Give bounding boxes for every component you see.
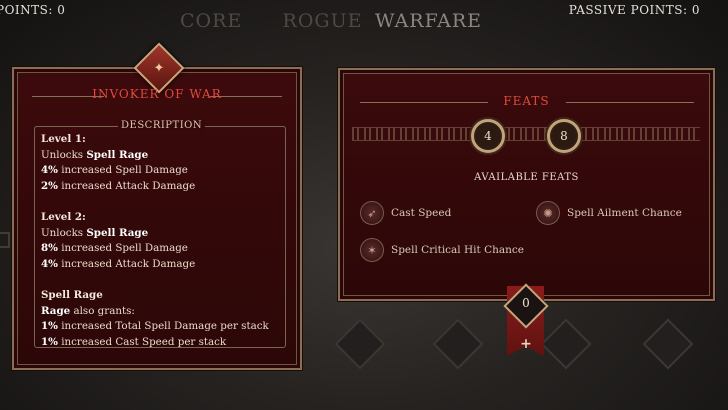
top-bar: POINTS: 0 CORE ROGUE WARFARE PASSIVE POI… bbox=[0, 0, 728, 40]
feats-max-count: 8 bbox=[547, 119, 581, 153]
feats-title: FEATS bbox=[503, 94, 550, 108]
skill-node[interactable] bbox=[334, 318, 386, 370]
feat-spell-critical-hit-chance[interactable]: ✶ Spell Critical Hit Chance bbox=[360, 238, 524, 262]
spell-rage-line: 1% increased Cast Speed per stack bbox=[41, 335, 227, 348]
spell-rage-line: Rage also grants: bbox=[41, 304, 135, 317]
invoker-skill-icon: ✦ bbox=[153, 60, 165, 76]
passive-points-counter: PASSIVE POINTS: 0 bbox=[568, 3, 700, 17]
feat-label: Spell Ailment Chance bbox=[567, 207, 682, 219]
available-feats-label: AVAILABLE FEATS bbox=[474, 172, 579, 183]
points-value: 0 bbox=[522, 296, 530, 310]
spell-rage-line: 1% increased Total Spell Damage per stac… bbox=[41, 320, 269, 333]
level1-heading: Level 1: bbox=[41, 133, 86, 145]
skill-node[interactable] bbox=[432, 318, 484, 370]
level2-line: 8% increased Spell Damage bbox=[41, 242, 188, 255]
level1-line: Unlocks Spell Rage bbox=[41, 148, 149, 161]
left-arrow-icon bbox=[0, 232, 10, 248]
level1-line: 4% increased Spell Damage bbox=[41, 164, 188, 177]
spell-crit-icon: ✶ bbox=[360, 238, 384, 262]
add-point-button[interactable]: + bbox=[516, 336, 536, 352]
feat-label: Spell Critical Hit Chance bbox=[391, 244, 524, 256]
tree-tabs: CORE ROGUE WARFARE bbox=[180, 10, 481, 32]
spell-ailment-icon: ✺ bbox=[536, 201, 560, 225]
level2-line: Unlocks Spell Rage bbox=[41, 226, 149, 239]
greek-key-ornament bbox=[352, 127, 700, 141]
cast-speed-icon: ➶ bbox=[360, 201, 384, 225]
skill-title: INVOKER OF WAR bbox=[92, 87, 222, 101]
feat-label: Cast Speed bbox=[391, 207, 452, 219]
skill-node[interactable] bbox=[642, 318, 694, 370]
level2-heading: Level 2: bbox=[41, 210, 86, 223]
tab-rogue[interactable]: ROGUE bbox=[270, 10, 375, 32]
skill-node[interactable] bbox=[540, 318, 592, 370]
feat-cast-speed[interactable]: ➶ Cast Speed bbox=[360, 201, 451, 225]
level1-line: 2% increased Attack Damage bbox=[41, 179, 196, 192]
spell-rage-heading: Spell Rage bbox=[41, 288, 103, 301]
description-text: Level 1: Unlocks Spell Rage 4% increased… bbox=[41, 132, 281, 350]
skill-points-counter: POINTS: 0 bbox=[0, 3, 66, 17]
level2-line: 4% increased Attack Damage bbox=[41, 257, 196, 270]
feat-spell-ailment-chance[interactable]: ✺ Spell Ailment Chance bbox=[536, 201, 682, 225]
tab-core[interactable]: CORE bbox=[180, 10, 270, 32]
tab-warfare[interactable]: WARFARE bbox=[375, 10, 481, 32]
feats-used-count: 4 bbox=[471, 119, 505, 153]
description-label: DESCRIPTION bbox=[118, 120, 206, 131]
